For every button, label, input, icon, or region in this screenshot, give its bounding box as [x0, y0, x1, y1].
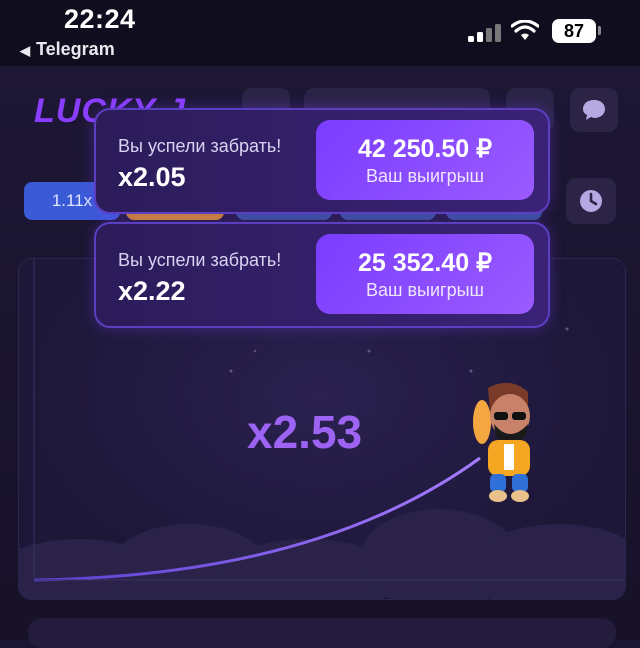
chat-icon [583, 100, 605, 120]
toast-multiplier: x2.22 [118, 276, 186, 306]
win-toast: Вы успели забрать! x2.22 25 352.40 ₽ Ваш… [94, 222, 550, 328]
win-amount: 25 352.40 ₽ [357, 249, 493, 277]
win-amount-box: 25 352.40 ₽ Ваш выигрыш [316, 234, 534, 314]
battery-icon: 87 [552, 19, 596, 43]
back-to-app-link[interactable]: ◀ Telegram [20, 39, 115, 60]
toast-multiplier: x2.05 [118, 162, 186, 192]
bet-panel [28, 618, 616, 648]
toast-message: Вы успели забрать! [118, 250, 282, 270]
battery-nub [598, 26, 601, 35]
win-amount: 42 250.50 ₽ [357, 135, 493, 163]
chat-button[interactable] [570, 88, 618, 132]
back-app-label: Telegram [36, 39, 115, 59]
win-amount-box: 42 250.50 ₽ Ваш выигрыш [316, 120, 534, 200]
signal-icon [468, 24, 501, 42]
clock-icon [580, 190, 602, 212]
win-toast: Вы успели забрать! x2.05 42 250.50 ₽ Ваш… [94, 108, 550, 214]
status-bar: 22:24 ◀ Telegram 87 [0, 0, 640, 66]
current-multiplier: x2.53 [247, 406, 363, 458]
win-amount-label: Ваш выигрыш [366, 280, 484, 300]
history-button[interactable] [566, 178, 616, 224]
toast-message: Вы успели забрать! [118, 136, 282, 156]
status-time: 22:24 [64, 4, 136, 34]
wifi-icon [511, 20, 539, 40]
lucky-jet-character [473, 382, 530, 502]
win-amount-label: Ваш выигрыш [366, 166, 484, 186]
back-arrow-icon: ◀ [20, 43, 30, 58]
